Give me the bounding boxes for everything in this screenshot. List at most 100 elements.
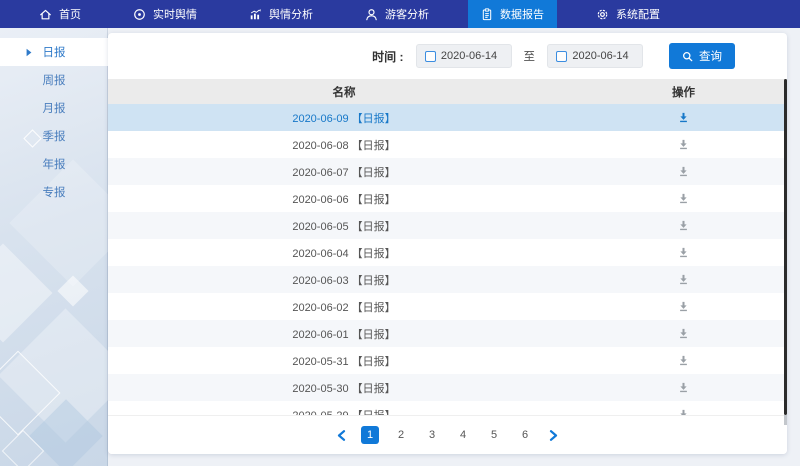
table-row[interactable]: 2020-05-29 【日报】	[108, 401, 787, 415]
chevron-left-icon[interactable]	[335, 430, 348, 441]
to-label: 至	[524, 48, 536, 64]
report-name[interactable]: 2020-05-31 【日报】	[108, 353, 580, 369]
report-name[interactable]: 2020-06-05 【日报】	[108, 218, 580, 234]
column-header-name: 名称	[108, 84, 580, 100]
home-icon	[39, 8, 52, 21]
gear-icon	[596, 8, 609, 21]
sidebar-item[interactable]: 周报	[0, 66, 108, 94]
end-date-value: 2020-06-14	[567, 50, 634, 62]
page-button[interactable]: 3	[423, 426, 441, 444]
table-row[interactable]: 2020-06-05 【日报】	[108, 212, 787, 239]
download-icon[interactable]	[678, 328, 689, 339]
end-date-input[interactable]: 2020-06-14	[547, 44, 643, 68]
nav-item[interactable]: 舆情分析	[236, 0, 326, 28]
user-icon	[365, 8, 378, 21]
download-icon[interactable]	[678, 355, 689, 366]
report-name[interactable]: 2020-06-08 【日报】	[108, 137, 580, 153]
page-button[interactable]: 1	[361, 426, 379, 444]
sidebar-item-label: 年报	[43, 156, 66, 172]
nav-item-label: 首页	[59, 6, 81, 22]
report-name[interactable]: 2020-05-29 【日报】	[108, 407, 580, 416]
sidebar: 日报 周报 月报 季报 年报 专报	[0, 28, 108, 466]
sidebar-pattern	[57, 275, 88, 306]
bar-chart-icon	[249, 8, 262, 21]
report-name[interactable]: 2020-06-02 【日报】	[108, 299, 580, 315]
table-row[interactable]: 2020-05-31 【日报】	[108, 347, 787, 374]
table-row[interactable]: 2020-05-30 【日报】	[108, 374, 787, 401]
scrollbar-track	[784, 415, 787, 425]
sidebar-pattern	[29, 399, 103, 466]
download-icon[interactable]	[678, 139, 689, 150]
sidebar-pattern	[0, 351, 60, 436]
sidebar-item[interactable]: 年报	[0, 150, 108, 178]
triangle-right-icon	[26, 48, 32, 57]
download-icon[interactable]	[678, 220, 689, 231]
report-icon	[481, 8, 493, 21]
scrollbar-thumb[interactable]	[784, 79, 787, 415]
sidebar-item-label: 日报	[43, 44, 66, 60]
sidebar-item-label: 专报	[43, 184, 66, 200]
sidebar-item[interactable]: 季报	[0, 122, 108, 150]
nav-item-label: 舆情分析	[269, 6, 313, 22]
download-icon[interactable]	[678, 409, 689, 415]
start-date-value: 2020-06-14	[436, 50, 503, 62]
start-date-input[interactable]: 2020-06-14	[416, 44, 512, 68]
time-filter-label: 时间 :	[372, 48, 403, 65]
download-icon[interactable]	[678, 301, 689, 312]
sidebar-menu: 日报 周报 月报 季报 年报 专报	[0, 28, 108, 206]
table-row[interactable]: 2020-06-09 【日报】	[108, 104, 787, 131]
table-row[interactable]: 2020-06-01 【日报】	[108, 320, 787, 347]
download-icon[interactable]	[678, 382, 689, 393]
page-button[interactable]: 6	[516, 426, 534, 444]
report-name[interactable]: 2020-06-07 【日报】	[108, 164, 580, 180]
chevron-right-icon[interactable]	[547, 430, 560, 441]
table-row[interactable]: 2020-06-07 【日报】	[108, 158, 787, 185]
download-icon[interactable]	[678, 247, 689, 258]
nav-item[interactable]: 实时舆情	[120, 0, 210, 28]
table-row[interactable]: 2020-06-06 【日报】	[108, 185, 787, 212]
date-checkbox-icon	[556, 51, 567, 62]
table-row[interactable]: 2020-06-03 【日报】	[108, 266, 787, 293]
report-name[interactable]: 2020-06-03 【日报】	[108, 272, 580, 288]
nav-item[interactable]: 游客分析	[352, 0, 442, 28]
table-header: 名称 操作	[108, 79, 787, 104]
sidebar-item[interactable]: 日报	[0, 38, 108, 66]
table-row[interactable]: 2020-06-08 【日报】	[108, 131, 787, 158]
nav-item-label: 系统配置	[616, 6, 660, 22]
content-card: 时间 : 2020-06-14 至 2020-06-14 查询 名称 操作 20…	[108, 33, 787, 454]
sidebar-item[interactable]: 月报	[0, 94, 108, 122]
nav-item[interactable]: 首页	[26, 0, 94, 28]
table-row[interactable]: 2020-06-04 【日报】	[108, 239, 787, 266]
download-icon[interactable]	[678, 166, 689, 177]
report-name[interactable]: 2020-06-01 【日报】	[108, 326, 580, 342]
sidebar-pattern	[2, 430, 44, 466]
top-nav: 首页 实时舆情 舆情分析 游客分析 数据报告 系统配置	[0, 0, 800, 28]
nav-item[interactable]: 数据报告	[468, 0, 557, 28]
page-list: 123456	[361, 426, 534, 444]
report-name[interactable]: 2020-05-30 【日报】	[108, 380, 580, 396]
sidebar-item-label: 月报	[43, 100, 66, 116]
report-name[interactable]: 2020-06-04 【日报】	[108, 245, 580, 261]
download-icon[interactable]	[678, 112, 689, 123]
sidebar-item-label: 周报	[43, 72, 66, 88]
search-button-label: 查询	[699, 48, 722, 64]
search-button[interactable]: 查询	[669, 43, 735, 69]
nav-item-label: 游客分析	[385, 6, 429, 22]
download-icon[interactable]	[678, 193, 689, 204]
page-button[interactable]: 4	[454, 426, 472, 444]
page-button[interactable]: 2	[392, 426, 410, 444]
page-button[interactable]: 5	[485, 426, 503, 444]
download-icon[interactable]	[678, 274, 689, 285]
nav-item-label: 实时舆情	[153, 6, 197, 22]
table-row[interactable]: 2020-06-02 【日报】	[108, 293, 787, 320]
sidebar-item[interactable]: 专报	[0, 178, 108, 206]
sidebar-item-label: 季报	[43, 128, 66, 144]
report-name[interactable]: 2020-06-09 【日报】	[108, 110, 580, 126]
sidebar-pattern	[0, 308, 108, 442]
nav-item[interactable]: 系统配置	[583, 0, 673, 28]
report-name[interactable]: 2020-06-06 【日报】	[108, 191, 580, 207]
eye-icon	[133, 8, 146, 21]
date-checkbox-icon	[425, 51, 436, 62]
column-header-action: 操作	[580, 84, 787, 100]
filter-bar: 时间 : 2020-06-14 至 2020-06-14 查询	[108, 33, 787, 79]
